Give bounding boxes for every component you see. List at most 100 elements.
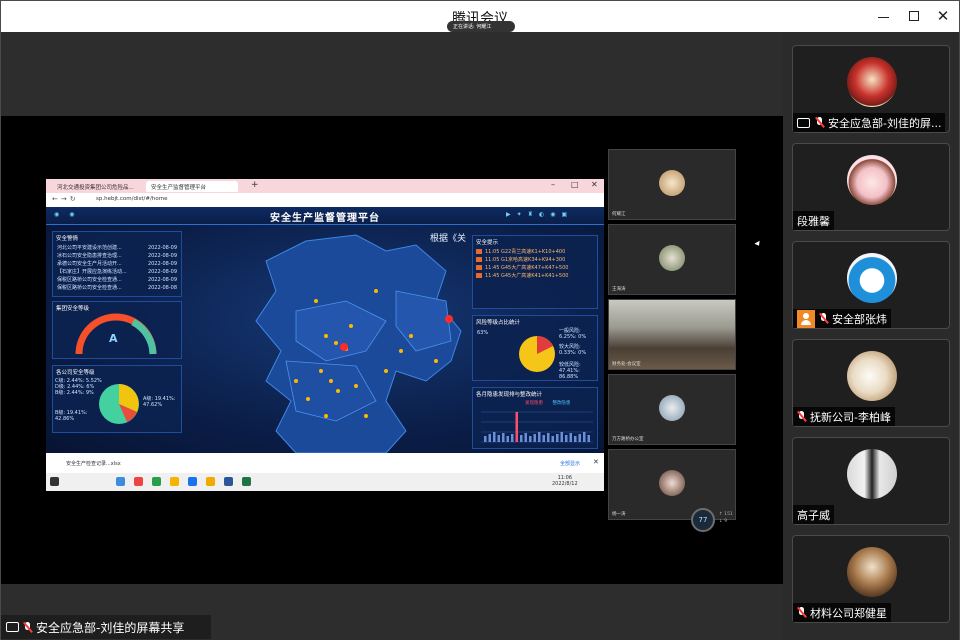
show-all-downloads[interactable]: 全部显示 bbox=[560, 460, 580, 467]
video-thumb[interactable]: 王海涛 bbox=[608, 224, 736, 295]
hazard-bar bbox=[533, 434, 536, 442]
mic-off-icon bbox=[23, 621, 32, 633]
screen-share-label: 安全应急部-刘佳的屏幕共享 bbox=[1, 615, 211, 639]
thumb-name: 何耀江 bbox=[612, 212, 626, 217]
download-bar-close-icon[interactable]: ✕ bbox=[593, 458, 599, 466]
dashboard-toolbar-icons[interactable]: ▶✦♜◐◉▣ bbox=[506, 211, 573, 218]
notice-item[interactable]: 承德公司安全生产月活动开... 2022-08-09 bbox=[53, 260, 181, 268]
alarm-item[interactable]: 11:45 G45大广高速K47+K47+500 bbox=[473, 264, 597, 272]
participant-tile[interactable]: 安全应急部-刘佳的屏... bbox=[792, 45, 950, 133]
browser-tab-active[interactable]: 安全生产监督管理平台 bbox=[146, 181, 238, 192]
thumb-avatar bbox=[659, 245, 685, 271]
hazard-bar bbox=[497, 435, 500, 442]
browser-close-icon[interactable]: ✕ bbox=[591, 180, 598, 189]
notice-item[interactable]: 保税区路桥公司安全检查通... 2022-08-08 bbox=[53, 284, 181, 292]
shared-taskbar: 11:06 2022/8/12 bbox=[46, 473, 604, 491]
browser-nav-icons[interactable]: ←→↻ bbox=[52, 195, 79, 203]
mic-off-icon bbox=[797, 411, 806, 422]
browser-maximize-icon[interactable]: □ bbox=[571, 180, 579, 189]
pie-label: 较低风险: 47.41%: 86.88% bbox=[559, 362, 581, 380]
pie-label: B级: 2.44%: 9% bbox=[55, 390, 94, 396]
network-meter[interactable]: 77 bbox=[691, 508, 715, 532]
alarm-text: 11:05 G1京哈高速K34+K94+300 bbox=[485, 257, 566, 263]
hazard-bar bbox=[560, 432, 563, 442]
thumb-avatar bbox=[659, 395, 685, 421]
dashboard: ◉◉ 安全生产监督管理平台 ▶✦♜◐◉▣ 根据《关 安全警情 河北公司平安建设示… bbox=[46, 207, 604, 453]
hazard-bar bbox=[511, 434, 514, 442]
province-map bbox=[255, 234, 462, 453]
participant-tile[interactable]: 安全部张炜 bbox=[792, 241, 950, 329]
notice-text: 承德公司安全生产月活动开... bbox=[57, 261, 122, 267]
alarm-item[interactable]: 11:45 G45大广高速K41+K41+500 bbox=[473, 272, 597, 280]
participant-tile[interactable]: 高子威 bbox=[792, 437, 950, 525]
screen-share-icon bbox=[797, 117, 810, 128]
alarm-text: 11:45 G45大广高速K41+K41+500 bbox=[485, 273, 569, 279]
excel-icon[interactable] bbox=[242, 477, 251, 486]
participant-name: 抚新公司-李柏峰 bbox=[810, 410, 891, 424]
chrome-icon[interactable] bbox=[170, 477, 179, 486]
participant-name-bar: 高子威 bbox=[793, 505, 834, 524]
folder-icon[interactable] bbox=[206, 477, 215, 486]
participant-tile[interactable]: 材料公司郑健星 bbox=[792, 535, 950, 623]
legend-found: 发现隐患 bbox=[525, 401, 543, 406]
alarm-item[interactable]: 11:05 G1京哈高速K34+K94+300 bbox=[473, 256, 597, 264]
alarm-icon bbox=[476, 249, 482, 254]
thumb-avatar bbox=[659, 470, 685, 496]
participant-tile[interactable]: 段雅馨 bbox=[792, 143, 950, 231]
mic-off-icon bbox=[819, 313, 828, 324]
video-thumb[interactable]: 万方路桥办公室 bbox=[608, 374, 736, 445]
pie-label: 较大风险: 0.33%: 0% bbox=[559, 344, 587, 356]
notice-item[interactable]: 河北公司平安建设示范创建... 2022-08-09 bbox=[53, 244, 181, 252]
taskbar-app-icon[interactable] bbox=[152, 477, 161, 486]
maximize-icon bbox=[909, 11, 919, 21]
hazard-bar bbox=[569, 433, 572, 442]
avatar bbox=[847, 351, 897, 401]
pie-label: 63% bbox=[477, 330, 489, 336]
close-button[interactable]: ✕ bbox=[931, 5, 955, 27]
taskbar-app-icon[interactable] bbox=[116, 477, 125, 486]
hazard-bar bbox=[484, 436, 487, 442]
notice-item[interactable]: 保税区路桥公司安全检查通... 2022-08-09 bbox=[53, 276, 181, 284]
hazard-bar-title: 各月隐患发现排与整改统计 bbox=[476, 392, 543, 398]
notice-item[interactable]: 冰石公司安全隐患排查治理... 2022-08-09 bbox=[53, 252, 181, 260]
shared-screen[interactable]: 河北交通投资集团公司危险品... 安全生产监督管理平台 + – □ ✕ ←→↻ … bbox=[46, 179, 604, 491]
participant-name: 安全部张炜 bbox=[832, 312, 887, 326]
notice-panel: 安全警情 河北公司平安建设示范创建... 2022-08-09 冰石公司安全隐患排查… bbox=[52, 231, 182, 297]
word-icon[interactable] bbox=[224, 477, 233, 486]
browser-tab[interactable]: 河北交通投资集团公司危险品... bbox=[52, 181, 142, 192]
alarm-panel-title: 安全提示 bbox=[476, 240, 499, 246]
taskbar-app-icon[interactable] bbox=[134, 477, 143, 486]
avatar bbox=[847, 547, 897, 597]
hazard-bar bbox=[524, 433, 527, 442]
notice-panel-title: 安全警情 bbox=[56, 236, 79, 242]
hazard-bar bbox=[493, 432, 496, 442]
browser-url[interactable]: sp.hebjt.com/dist/#/home bbox=[96, 196, 167, 202]
notice-text: 保税区路桥公司安全检查通... bbox=[57, 277, 122, 283]
download-file[interactable]: 安全生产检查记录...xlsx bbox=[66, 460, 121, 467]
notice-item[interactable]: 【石家庄】开展应急演练活动... 2022-08-09 bbox=[53, 268, 181, 276]
maximize-button[interactable] bbox=[902, 5, 926, 27]
taskbar-app-icon[interactable] bbox=[188, 477, 197, 486]
video-thumb[interactable]: 杨一涛 bbox=[608, 449, 736, 520]
hazard-bar bbox=[538, 432, 541, 442]
thumb-avatar bbox=[659, 170, 685, 196]
hazard-bar bbox=[565, 435, 568, 442]
notice-date: 2022-08-09 bbox=[147, 269, 177, 275]
company-pie-chart bbox=[99, 384, 139, 424]
risk-pie-panel: 风险等级占比统计 一般风险: 6.25%: 0% 较低风险: 47.41%: 8… bbox=[472, 315, 598, 381]
notice-text: 冰石公司安全隐患排查治理... bbox=[57, 253, 122, 259]
participant-name-bar: 安全应急部-刘佳的屏... bbox=[793, 113, 946, 132]
start-icon[interactable] bbox=[50, 477, 59, 486]
bar-legend: 发现隐患 整改隐患 bbox=[525, 400, 570, 406]
hazard-bar bbox=[587, 435, 590, 442]
participant-tile[interactable]: 抚新公司-李柏峰 bbox=[792, 339, 950, 427]
minimize-button[interactable] bbox=[871, 5, 895, 27]
new-tab-icon[interactable]: + bbox=[251, 180, 259, 190]
video-thumb[interactable]: 财务处-会议室 bbox=[608, 299, 736, 370]
risk-pie-title: 风险等级占比统计 bbox=[476, 320, 521, 326]
browser-address-bar[interactable]: ←→↻ sp.hebjt.com/dist/#/home bbox=[46, 193, 604, 207]
network-speed: ↑ 151 ↓ 9 bbox=[719, 511, 733, 525]
browser-minimize-icon[interactable]: – bbox=[551, 180, 555, 189]
alarm-item[interactable]: 11:05 G22青兰高速K1+K10+400 bbox=[473, 248, 597, 256]
video-thumb[interactable]: 何耀江 bbox=[608, 149, 736, 220]
